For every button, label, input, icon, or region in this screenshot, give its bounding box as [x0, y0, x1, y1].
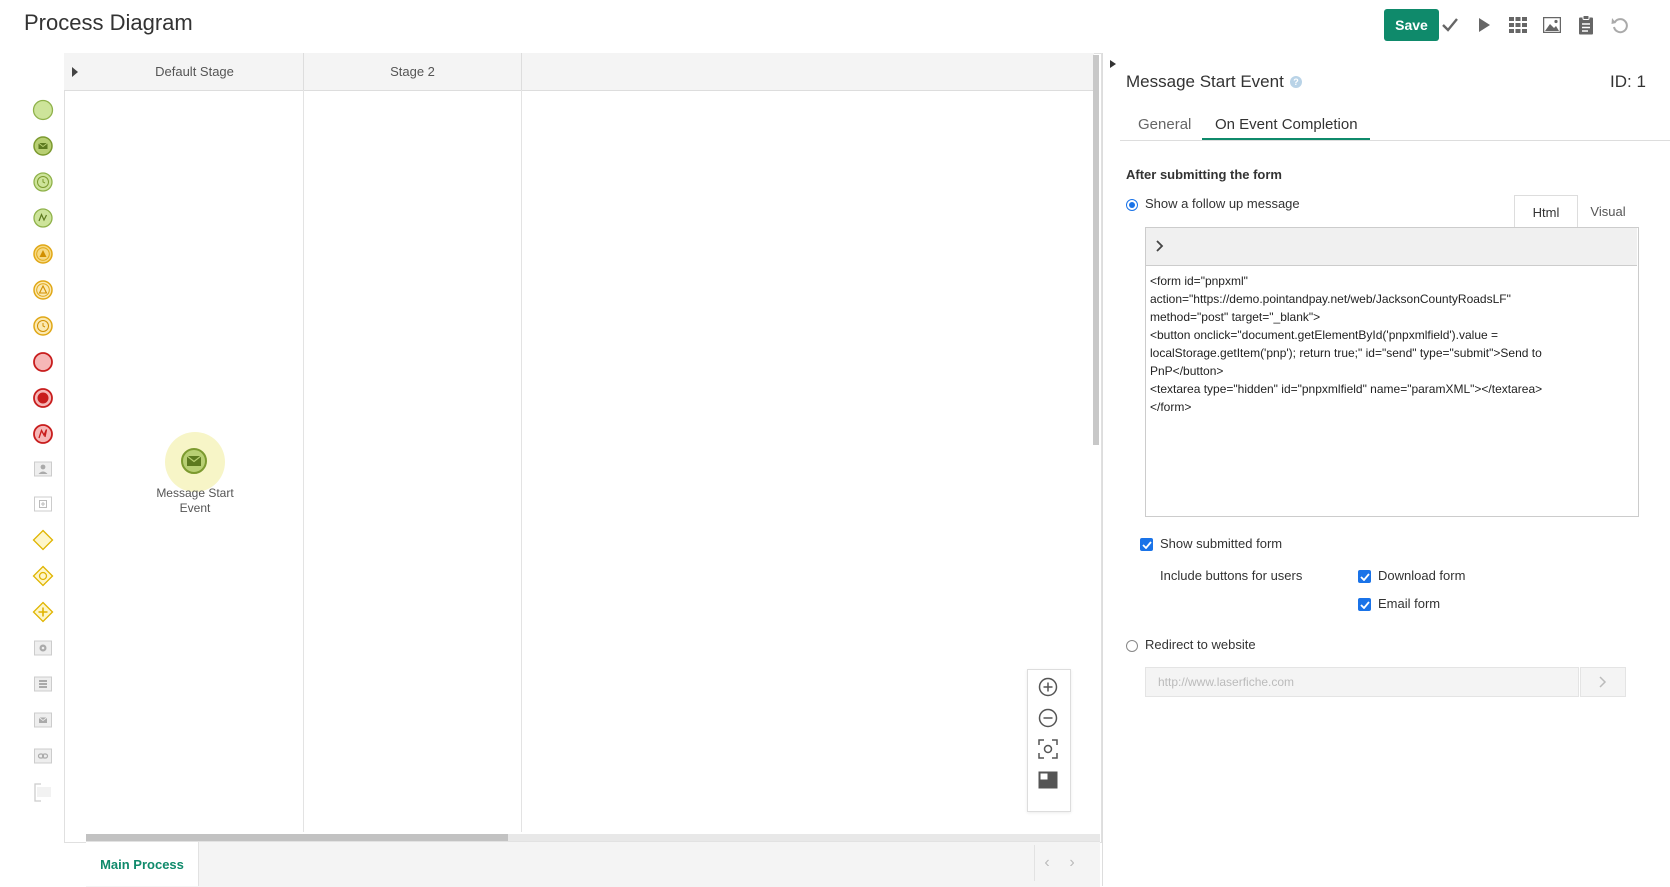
- stage-header-empty: [522, 53, 1094, 91]
- show-submitted-form-label: Show submitted form: [1160, 536, 1283, 551]
- checkbox-show-submitted-form[interactable]: [1140, 538, 1153, 551]
- user-task-icon[interactable]: [32, 458, 54, 480]
- exclusive-gateway-icon[interactable]: [32, 529, 54, 551]
- error-end-event-icon[interactable]: [32, 423, 54, 445]
- radio-redirect-website[interactable]: [1126, 640, 1138, 652]
- process-tab-bar: [86, 841, 1100, 887]
- element-id: ID: 1: [1610, 72, 1646, 91]
- chevron-right-icon[interactable]: [1150, 236, 1170, 256]
- grid-icon[interactable]: [1506, 13, 1530, 37]
- canvas-horizontal-scrollbar[interactable]: [86, 834, 508, 841]
- checkbox-email-form[interactable]: [1358, 598, 1371, 611]
- node-label: Message Start Event: [156, 486, 234, 515]
- save-button[interactable]: Save: [1384, 9, 1439, 41]
- inclusive-gateway-icon[interactable]: [32, 565, 54, 587]
- expand-palette-button[interactable]: [64, 53, 87, 91]
- escalation-boundary-event-icon[interactable]: [32, 279, 54, 301]
- stage-header-default[interactable]: Default Stage: [86, 53, 304, 91]
- play-icon[interactable]: [1472, 13, 1496, 37]
- include-buttons-label: Include buttons for users: [1160, 568, 1303, 583]
- tab-scroll-left-icon[interactable]: ‹: [1034, 845, 1059, 881]
- timer-start-event-icon[interactable]: [32, 171, 54, 193]
- check-icon[interactable]: [1438, 13, 1462, 37]
- send-message-task-icon[interactable]: [32, 709, 54, 731]
- url-go-button[interactable]: [1580, 667, 1626, 697]
- tab-on-event-completion[interactable]: On Event Completion: [1215, 116, 1358, 140]
- lane-divider: [303, 90, 304, 832]
- image-icon[interactable]: [1540, 13, 1564, 37]
- editor-content[interactable]: <form id="pnpxml" action="https://demo.p…: [1150, 272, 1630, 416]
- start-event-icon[interactable]: [32, 99, 54, 121]
- tab-general[interactable]: General: [1138, 116, 1191, 140]
- canvas-vertical-scrollbar[interactable]: [1093, 55, 1099, 445]
- tab-main-process[interactable]: Main Process: [86, 842, 199, 886]
- end-event-icon[interactable]: [32, 351, 54, 373]
- message-start-event-icon[interactable]: [32, 135, 54, 157]
- message-start-event-node[interactable]: [181, 448, 207, 474]
- checkmark-icon: [1359, 600, 1370, 609]
- editor-tab-visual[interactable]: Visual: [1578, 195, 1638, 227]
- fit-to-screen-icon[interactable]: [1037, 738, 1059, 760]
- stage-header-2[interactable]: Stage 2: [304, 53, 522, 91]
- checkmark-icon: [1359, 572, 1370, 581]
- tab-scroll-right-icon[interactable]: ›: [1060, 845, 1084, 881]
- panel-title: Message Start Event: [1126, 72, 1284, 91]
- editor-toolbar: [1146, 228, 1637, 266]
- active-tab-indicator: [1202, 138, 1370, 140]
- caret-right-icon: [72, 66, 78, 77]
- zoom-out-icon[interactable]: [1037, 707, 1059, 729]
- minimap-icon[interactable]: [1037, 769, 1059, 791]
- clipboard-icon[interactable]: [1574, 13, 1598, 37]
- undo-icon[interactable]: [1608, 13, 1632, 37]
- link-task-icon[interactable]: [32, 745, 54, 767]
- parallel-gateway-icon[interactable]: [32, 601, 54, 623]
- section-title: After submitting the form: [1126, 167, 1282, 182]
- annotation-icon[interactable]: [32, 781, 54, 803]
- help-icon[interactable]: ?: [1290, 76, 1302, 88]
- checkbox-download-form[interactable]: [1358, 570, 1371, 583]
- signal-start-event-icon[interactable]: [32, 207, 54, 229]
- redirect-url-input[interactable]: http://www.laserfiche.com: [1145, 667, 1579, 697]
- escalation-intermediate-event-icon[interactable]: [32, 243, 54, 265]
- chevron-right-icon: [1599, 676, 1607, 688]
- email-form-label: Email form: [1378, 596, 1441, 611]
- editor-tab-html[interactable]: Html: [1514, 195, 1578, 228]
- checkmark-icon: [1141, 540, 1152, 549]
- terminate-end-event-icon[interactable]: [32, 387, 54, 409]
- timer-intermediate-event-icon[interactable]: [32, 315, 54, 337]
- radio-followup-label: Show a follow up message: [1145, 196, 1300, 211]
- service-task-icon[interactable]: [32, 637, 54, 659]
- zoom-in-icon[interactable]: [1037, 676, 1059, 698]
- script-task-icon[interactable]: [32, 673, 54, 695]
- lane-divider: [521, 90, 522, 832]
- collapse-panel-icon[interactable]: [1110, 60, 1116, 70]
- subprocess-icon[interactable]: [32, 493, 54, 515]
- radio-redirect-label: Redirect to website: [1145, 637, 1256, 652]
- page-title: Process Diagram: [24, 10, 193, 35]
- panel-tabs: [1120, 112, 1670, 141]
- envelope-icon: [187, 456, 201, 466]
- radio-followup-message[interactable]: [1126, 199, 1138, 211]
- download-form-label: Download form: [1378, 568, 1466, 583]
